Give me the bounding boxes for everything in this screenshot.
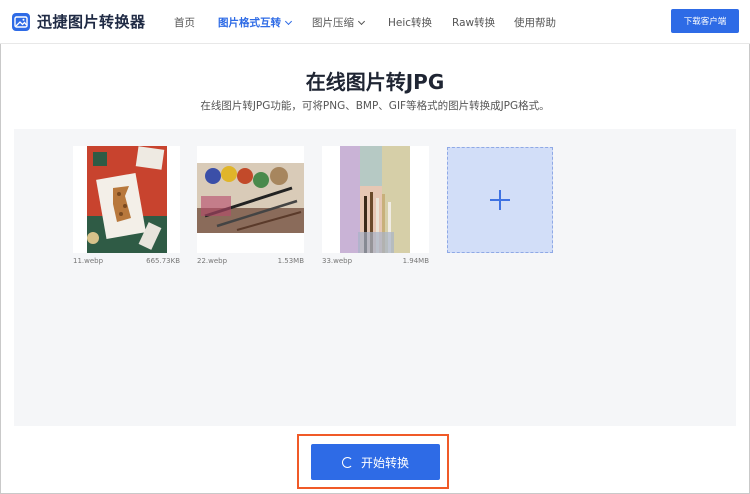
chevron-down-icon (284, 17, 293, 25)
start-convert-button[interactable]: 开始转换 (311, 444, 440, 480)
chevron-down-icon (357, 17, 366, 25)
nav-label: Raw转换 (452, 17, 496, 29)
file-name: 33.webp (322, 257, 353, 265)
nav-label: 使用帮助 (514, 17, 556, 29)
file-name: 22.webp (197, 257, 228, 265)
nav-item-heic[interactable]: Heic转换 (388, 15, 432, 30)
file-size: 1.94MB (402, 257, 429, 265)
nav-label: Heic转换 (388, 17, 433, 29)
app-logo[interactable]: 迅捷图片转换器 (12, 11, 146, 32)
page-subtitle: 在线图片转JPG功能，可将PNG、BMP、GIF等格式的图片转换成JPG格式。 (200, 100, 550, 112)
file-name: 11.webp (73, 257, 104, 265)
file-card[interactable]: 33.webp 1.94MB (322, 146, 429, 265)
page-title: 在线图片转JPG (305, 70, 445, 94)
download-client-button[interactable]: 下载客户端 (671, 9, 739, 33)
add-file-button[interactable] (447, 147, 553, 253)
file-thumbnail (322, 146, 429, 253)
upload-panel[interactable]: 11.webp 665.73KB 22.webp 1.53MB 33.webp … (14, 129, 736, 426)
nav-label: 图片压缩 (312, 17, 354, 29)
nav-item-raw[interactable]: Raw转换 (452, 15, 495, 30)
start-convert-label: 开始转换 (360, 455, 409, 470)
file-size: 665.73KB (146, 257, 180, 265)
refresh-icon (341, 456, 353, 468)
app-name: 迅捷图片转换器 (37, 13, 146, 31)
file-size: 1.53MB (277, 257, 304, 265)
nav-item-home[interactable]: 首页 (174, 15, 195, 30)
logo-icon (12, 12, 30, 31)
nav-label: 首页 (174, 17, 195, 29)
file-thumbnail (197, 146, 304, 253)
nav-label: 图片格式互转 (218, 17, 281, 29)
nav-item-help[interactable]: 使用帮助 (514, 15, 556, 30)
top-header: 迅捷图片转换器 首页 图片格式互转 图片压缩 Heic转换 Raw转换 使用帮助… (0, 0, 750, 44)
file-card[interactable]: 11.webp 665.73KB (73, 146, 180, 265)
plus-icon (490, 190, 510, 210)
nav-item-compress[interactable]: 图片压缩 (312, 15, 366, 30)
file-thumbnail (73, 146, 180, 253)
file-card[interactable]: 22.webp 1.53MB (197, 146, 304, 265)
nav-item-format-convert[interactable]: 图片格式互转 (218, 15, 293, 30)
